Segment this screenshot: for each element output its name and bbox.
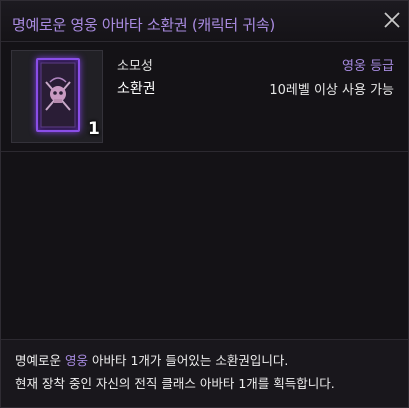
item-quantity: 1 xyxy=(88,119,100,139)
divider xyxy=(1,41,408,42)
item-type: 소환권 xyxy=(117,81,156,97)
grade-highlight: 영웅 xyxy=(64,353,88,368)
item-description: 명예로운 영웅 아바타 1개가 들어있는 소환권입니다. 현재 장착 중인 자신… xyxy=(1,340,408,407)
avatar-summon-card-icon xyxy=(36,58,80,132)
item-title: 명예로운 영웅 아바타 소환권 (캐릭터 귀속) xyxy=(12,16,275,34)
description-line-2: 현재 장착 중인 자신의 전직 클래스 아바타 1개를 획득합니다. xyxy=(15,376,335,391)
item-slot[interactable]: 1 xyxy=(11,50,103,143)
description-line-1: 명예로운 영웅 아바타 1개가 들어있는 소환권입니다. xyxy=(15,353,289,368)
tooltip-body xyxy=(1,152,408,339)
close-icon xyxy=(384,12,400,28)
close-button[interactable] xyxy=(381,9,403,31)
level-requirement: 10레벨 이상 사용 가능 xyxy=(269,83,394,98)
item-tooltip: 명예로운 영웅 아바타 소환권 (캐릭터 귀속) 1 소모성 영웅 등급 소환권… xyxy=(0,0,409,408)
item-grade: 영웅 등급 xyxy=(342,59,394,74)
tooltip-header: 명예로운 영웅 아바타 소환권 (캐릭터 귀속) xyxy=(1,1,408,41)
item-category: 소모성 xyxy=(117,59,153,74)
